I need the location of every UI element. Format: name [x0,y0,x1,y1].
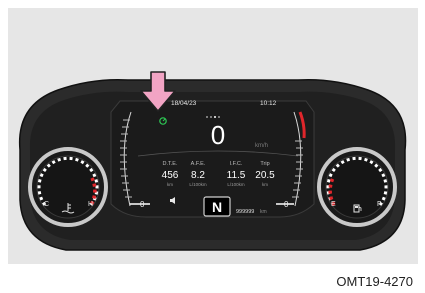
info-value: 456 [162,170,179,181]
speed-unit: km/h [255,143,268,149]
odometer-readout: 999999 [236,209,254,215]
info-value: 11.5 [227,170,246,181]
center-display: 0 0 18/04/23 10:12 0 km/h D.T.E.456kmA.F… [110,100,315,218]
fuel-gauge-high-label: F [377,201,381,208]
figure-caption: OMT19-4270 [336,274,413,289]
info-label: I.F.C. [230,161,243,167]
temperature-gauge: C H [28,147,108,227]
info-value: 20.5 [255,170,275,181]
info-unit: km [262,182,268,187]
left-bar-end-label: 0 [140,200,145,209]
time-readout: 10:12 [260,100,277,107]
date-readout: 18/04/23 [171,100,197,107]
fuel-gauge-low-label: E [331,201,336,208]
right-bar-end-label: 0 [284,200,289,209]
info-label: D.T.E. [163,161,178,167]
speed-readout: 0 [211,120,225,150]
info-label: A.F.E. [191,161,206,167]
info-label: Trip [260,161,269,167]
info-unit: L/100km [227,182,245,187]
odometer-unit: km [260,209,267,215]
instrument-cluster-illustration: C H E F 0 0 18/04/23 10:12 0 km/h D.T.E.… [8,8,418,289]
temp-gauge-high-label: H [88,201,93,208]
fuel-gauge: E F [317,147,397,227]
temp-gauge-low-label: C [44,201,49,208]
info-unit: km [167,182,173,187]
info-unit: L/100km [189,182,207,187]
gear-indicator: N [212,199,222,215]
info-value: 8.2 [191,170,205,181]
